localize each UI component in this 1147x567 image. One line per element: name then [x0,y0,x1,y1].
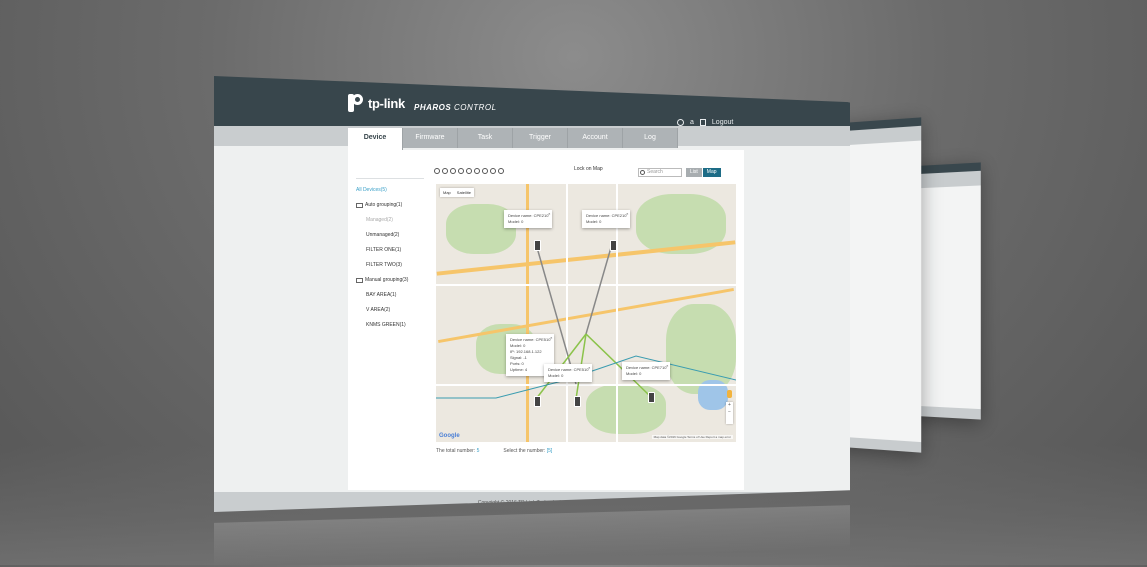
content-panel: All Devices(5) Auto grouping(1) Managed(… [348,150,744,490]
tree-item-filter-one[interactable]: FILTER ONE(1) [356,247,424,253]
logout-link[interactable]: Logout [712,119,733,126]
tab-log[interactable]: Log [623,128,678,148]
close-icon[interactable]: × [588,365,590,371]
zoom-out-button[interactable]: − [726,409,733,416]
select-value: [5] [546,448,553,454]
map-type-map[interactable]: Map [440,188,454,197]
product-name-bold: PHAROS [414,103,452,112]
group-icon [356,277,363,283]
device-pin[interactable] [610,240,617,251]
main-tabs: Device Firmware Task Trigger Account Log [348,128,678,150]
tree-item-filter-two[interactable]: FILTER TWO(3) [356,262,424,268]
popup-line: Model: 0 [586,219,602,224]
street-view-icon[interactable] [727,390,732,398]
popup-line: Model: 0 [626,371,642,376]
total-count: The total number: 5 [436,448,479,454]
device-popup: × Device name: CPE510 Model: 0 [544,364,593,382]
device-tree: All Devices(5) Auto grouping(1) Managed(… [356,178,424,337]
product-name: PHAROS CONTROL [414,103,497,112]
tab-task[interactable]: Task [458,128,513,148]
username[interactable]: a [690,119,694,126]
google-logo: Google [439,433,460,439]
upgrade-icon[interactable] [466,168,472,174]
popup-line: Model: 0 [508,219,524,224]
selected-count: Select the number: [5] [503,448,552,454]
search-input[interactable]: Search [638,168,682,177]
tab-trigger[interactable]: Trigger [513,128,568,148]
reboot-icon[interactable] [450,168,456,174]
total-label: The total number: [436,448,476,454]
search-placeholder: Search [647,169,663,175]
close-icon[interactable]: × [666,363,668,369]
device-pin[interactable] [534,396,541,407]
tree-all-devices[interactable]: All Devices(5) [356,187,424,193]
total-value: 5 [476,448,480,454]
map-attribution: Map data ©2016 Google Terms of Use Repor… [651,435,733,439]
device-pin[interactable] [534,240,541,251]
app-header: tp-link PHAROS CONTROL a Logout [214,76,850,126]
tree-item-v-area[interactable]: V AREA(2) [356,307,424,313]
main-window: tp-link PHAROS CONTROL a Logout Device F… [214,76,850,512]
link-line [585,243,613,335]
device-popup: × Device name: CPE710 Model: 0 [622,362,671,380]
device-toolbar [434,168,504,174]
search-icon [640,170,645,175]
delete-icon[interactable] [442,168,448,174]
lock-on-map-toggle[interactable]: Lock on Map [574,166,603,172]
tree-item-unmanaged[interactable]: Unmanaged(2) [356,232,424,238]
product-name-rest: CONTROL [451,103,497,112]
user-icon[interactable] [677,119,684,126]
view-switch: List Map [686,168,721,177]
logout-icon[interactable] [699,119,706,126]
close-icon[interactable]: × [550,335,552,341]
list-view-button[interactable]: List [686,168,702,177]
user-bar: a Logout [677,119,733,126]
zoom-in-button[interactable]: + [726,402,733,409]
tab-account[interactable]: Account [568,128,623,148]
tplink-logo-icon [348,94,364,112]
select-label: Select the number: [503,448,546,454]
tree-manual-grouping-label: Manual grouping(3) [365,277,409,283]
tree-item-bay-area[interactable]: BAY AREA(1) [356,292,424,298]
tree-item-knms-green[interactable]: KNMS GREEN(1) [356,322,424,328]
backup-icon[interactable] [474,168,480,174]
refresh-icon[interactable] [490,168,496,174]
device-popup: × Device name: CPE210 Model: 0 [504,210,553,228]
tab-firmware[interactable]: Firmware [403,128,458,148]
more-icon[interactable] [498,168,504,174]
zoom-control: + − [726,402,733,424]
map-type-control: Map Satellite [440,188,475,197]
map-view-button[interactable]: Map [702,168,721,177]
close-icon[interactable]: × [626,211,628,217]
sidebar-divider [356,178,424,179]
device-pin[interactable] [648,392,655,403]
totals-bar: The total number: 5 Select the number: [… [436,448,552,454]
tree-auto-grouping[interactable]: Auto grouping(1) [356,202,424,208]
tree-item-managed[interactable]: Managed(2) [356,217,424,223]
tab-device[interactable]: Device [348,128,403,150]
tree-manual-grouping[interactable]: Manual grouping(3) [356,277,424,283]
logo-text: tp-link [368,95,405,111]
popup-line: Model: 0 [548,373,564,378]
brand-logo[interactable]: tp-link [348,94,405,112]
tree-auto-grouping-label: Auto grouping(1) [365,202,403,208]
config-icon[interactable] [458,168,464,174]
device-map[interactable]: Map Satellite × Device name: CPE210 Mode… [436,184,736,442]
restore-icon[interactable] [482,168,488,174]
map-type-satellite[interactable]: Satellite [454,188,474,197]
device-pin[interactable] [574,396,581,407]
device-popup: × Device name: CPE210 Model: 0 [582,210,631,228]
group-icon [356,202,363,208]
close-icon[interactable]: × [548,211,550,217]
add-icon[interactable] [434,168,440,174]
